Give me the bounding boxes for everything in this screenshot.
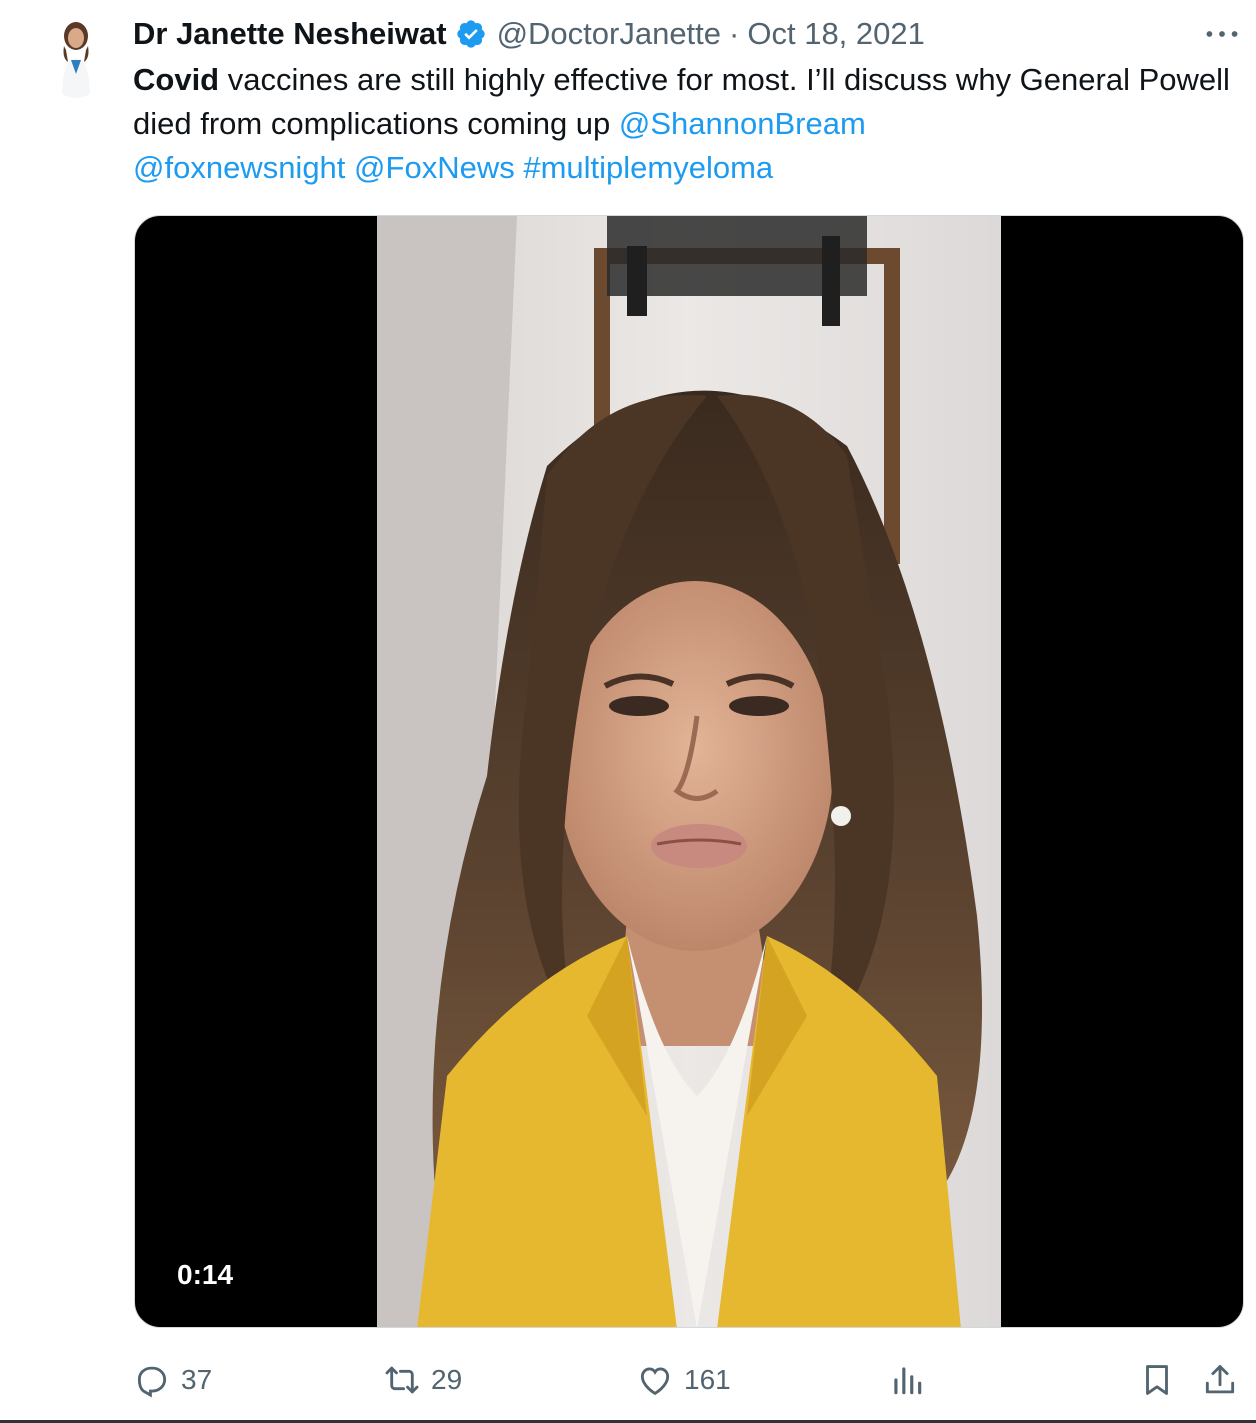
heart-icon	[636, 1361, 674, 1399]
verified-badge-icon[interactable]	[455, 18, 487, 50]
share-button[interactable]	[1201, 1356, 1239, 1404]
author-name[interactable]: Dr Janette Nesheiwat	[133, 16, 447, 52]
video-player[interactable]: 0:14	[134, 215, 1244, 1328]
more-icon[interactable]	[1202, 14, 1242, 54]
tweet[interactable]: Dr Janette Nesheiwat @DoctorJanette · Oc…	[0, 0, 1256, 1423]
retweet-count: 29	[431, 1364, 463, 1395]
reply-count: 37	[181, 1364, 213, 1395]
views-icon	[888, 1361, 926, 1399]
mention-shannonbream[interactable]: @ShannonBream	[619, 106, 866, 141]
share-icon	[1201, 1361, 1239, 1399]
views-button[interactable]	[888, 1356, 926, 1404]
avatar-image	[44, 14, 108, 98]
video-duration: 0:14	[165, 1255, 246, 1295]
video-frame	[377, 216, 1001, 1327]
tweet-text: Covid vaccines are still highly effectiv…	[133, 58, 1233, 190]
bookmark-button[interactable]	[1138, 1356, 1176, 1404]
avatar[interactable]	[44, 14, 108, 98]
bookmark-icon	[1138, 1361, 1176, 1399]
reply-button[interactable]: 37	[133, 1356, 212, 1404]
mention-foxnews[interactable]: @FoxNews	[354, 150, 515, 185]
reply-icon	[133, 1361, 171, 1399]
hashtag-multiplemyeloma[interactable]: #multiplemyeloma	[523, 150, 773, 185]
author-handle[interactable]: @DoctorJanette	[497, 16, 721, 52]
like-button[interactable]: 161	[636, 1356, 731, 1404]
action-bar: 37 29 161	[133, 1356, 1243, 1404]
tweet-header: Dr Janette Nesheiwat @DoctorJanette · Oc…	[133, 14, 925, 54]
retweet-icon	[383, 1361, 421, 1399]
mention-foxnewsnight[interactable]: @foxnewsnight	[133, 150, 345, 185]
separator: ·	[729, 16, 740, 51]
tweet-bold-word: Covid	[133, 62, 220, 97]
video-thumbnail	[377, 216, 1001, 1327]
like-count: 161	[684, 1364, 731, 1395]
retweet-button[interactable]: 29	[383, 1356, 462, 1404]
tweet-date[interactable]: Oct 18, 2021	[747, 16, 925, 52]
